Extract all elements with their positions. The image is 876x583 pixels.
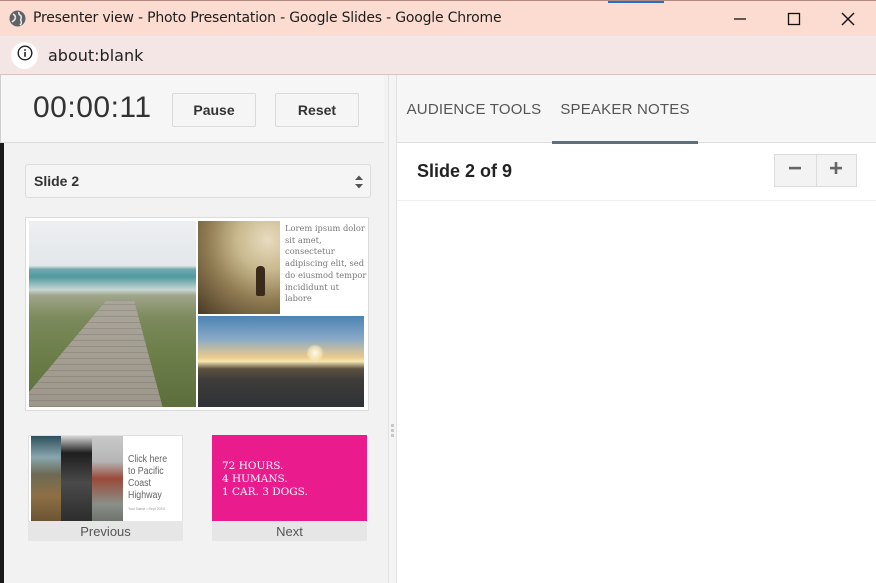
hiker-mountain-image — [198, 221, 280, 314]
maximize-icon — [787, 12, 801, 26]
slide-body-text: Lorem ipsum dolor sit amet, consectetur … — [285, 223, 367, 304]
boardwalk-beach-image — [29, 221, 196, 407]
slide-select[interactable]: Slide 2 — [25, 164, 371, 198]
close-icon — [841, 12, 855, 26]
window-titlebar: Presenter view - Photo Presentation - Go… — [0, 0, 876, 36]
tab-speaker-notes-label: SPEAKER NOTES — [560, 100, 690, 118]
grip-dot — [391, 424, 394, 427]
minimize-icon — [733, 12, 747, 26]
previous-slide-subtitle: Your Name • Sept 20XX — [128, 507, 166, 511]
elapsed-timer: 00:00:11 — [33, 91, 152, 124]
grip-dot — [391, 434, 394, 437]
updown-arrows-icon — [354, 174, 364, 190]
presenter-right-panel: AUDIENCE TOOLS SPEAKER NOTES Slide 2 of … — [397, 75, 876, 583]
plus-icon — [829, 161, 843, 180]
timer-bar: 00:00:11 Pause Reset — [0, 75, 384, 143]
previous-label: Previous — [28, 521, 183, 541]
font-size-controls — [774, 154, 857, 187]
taskbar-accent — [608, 1, 664, 3]
minimize-button[interactable] — [726, 7, 754, 31]
previous-slide-thumbnail: Click here to Pacific Coast Highway Your… — [28, 435, 183, 522]
address-bar: about:blank — [0, 36, 876, 75]
previous-slide-title: Click here to Pacific Coast Highway — [128, 454, 168, 501]
tab-speaker-notes[interactable]: SPEAKER NOTES — [552, 75, 698, 144]
presenter-left-panel: 00:00:11 Pause Reset Slide 2 Lorem ipsum… — [0, 75, 388, 583]
url-text[interactable]: about:blank — [48, 46, 143, 65]
minus-icon — [788, 161, 802, 180]
next-slide-button[interactable]: 72 HOURS. 4 HUMANS. 1 CAR. 3 DOGS. Next — [212, 435, 367, 541]
info-icon — [16, 45, 33, 66]
globe-icon — [9, 10, 26, 27]
speaker-notes-area[interactable] — [397, 202, 876, 583]
previous-slide-button[interactable]: Click here to Pacific Coast Highway Your… — [28, 435, 183, 541]
close-button[interactable] — [834, 7, 862, 31]
coast-rocks-image — [31, 436, 61, 521]
next-line-3: 1 CAR. 3 DOGS. — [222, 486, 308, 498]
slide-select-value: Slide 2 — [34, 173, 80, 189]
panel-resize-handle[interactable] — [388, 75, 397, 583]
reset-button[interactable]: Reset — [275, 93, 359, 127]
next-line-2: 4 HUMANS. — [222, 473, 288, 485]
pause-button[interactable]: Pause — [172, 93, 256, 127]
slide-position: Slide 2 of 9 — [417, 161, 513, 181]
cliff-legs-image — [61, 436, 92, 521]
golden-gate-image — [92, 436, 123, 521]
next-label: Next — [212, 521, 367, 541]
tab-bar: AUDIENCE TOOLS SPEAKER NOTES — [397, 75, 876, 144]
site-info-button[interactable] — [11, 42, 38, 69]
next-slide-thumbnail: 72 HOURS. 4 HUMANS. 1 CAR. 3 DOGS. — [212, 435, 367, 522]
tab-audience-tools[interactable]: AUDIENCE TOOLS — [397, 75, 551, 143]
notes-header: Slide 2 of 9 — [397, 143, 876, 201]
increase-font-button[interactable] — [815, 155, 857, 186]
current-slide-preview: Lorem ipsum dolor sit amet, consectetur … — [25, 217, 369, 411]
grip-dot — [391, 429, 394, 432]
sunset-road-image — [198, 316, 364, 407]
window-title: Presenter view - Photo Presentation - Go… — [33, 10, 502, 26]
maximize-button[interactable] — [780, 7, 808, 31]
next-slide-text: 72 HOURS. 4 HUMANS. 1 CAR. 3 DOGS. — [222, 460, 308, 499]
decrease-font-button[interactable] — [775, 155, 816, 186]
next-line-1: 72 HOURS. — [222, 460, 284, 472]
